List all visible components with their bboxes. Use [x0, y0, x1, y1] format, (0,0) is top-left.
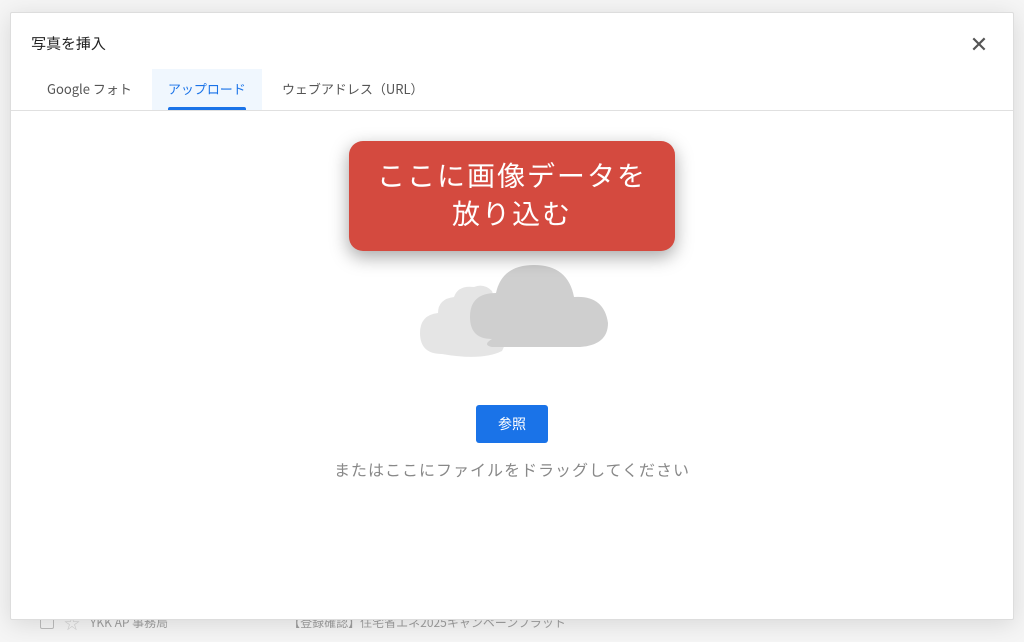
modal-header: 写真を挿入 ✕ [11, 13, 1013, 69]
tab-label: ウェブアドレス（URL） [282, 79, 424, 98]
callout-line2: 放り込む [452, 193, 572, 233]
annotation-callout: ここに画像データを 放り込む [349, 141, 675, 251]
tab-label: アップロード [168, 79, 246, 98]
browse-label: 参照 [498, 416, 526, 432]
cloud-illustration: ここに画像データを 放り込む [382, 209, 642, 389]
modal-title: 写真を挿入 [31, 33, 106, 54]
tabs-bar: Google フォト アップロード ウェブアドレス（URL） [11, 69, 1013, 111]
tab-label: Google フォト [47, 79, 132, 98]
upload-dropzone[interactable]: ここに画像データを 放り込む 参照 またはここにファイルをドラッグしてください [11, 111, 1013, 619]
browse-button[interactable]: 参照 [476, 405, 548, 443]
close-icon[interactable]: ✕ [965, 29, 993, 57]
tab-upload[interactable]: アップロード [152, 69, 262, 110]
callout-line1: ここに画像データを [377, 155, 647, 195]
tab-web-address[interactable]: ウェブアドレス（URL） [266, 69, 440, 110]
insert-photo-modal: 写真を挿入 ✕ Google フォト アップロード ウェブアドレス（URL） こ… [10, 12, 1014, 620]
tab-google-photos[interactable]: Google フォト [31, 69, 148, 110]
drag-instruction: またはここにファイルをドラッグしてください [334, 457, 690, 481]
